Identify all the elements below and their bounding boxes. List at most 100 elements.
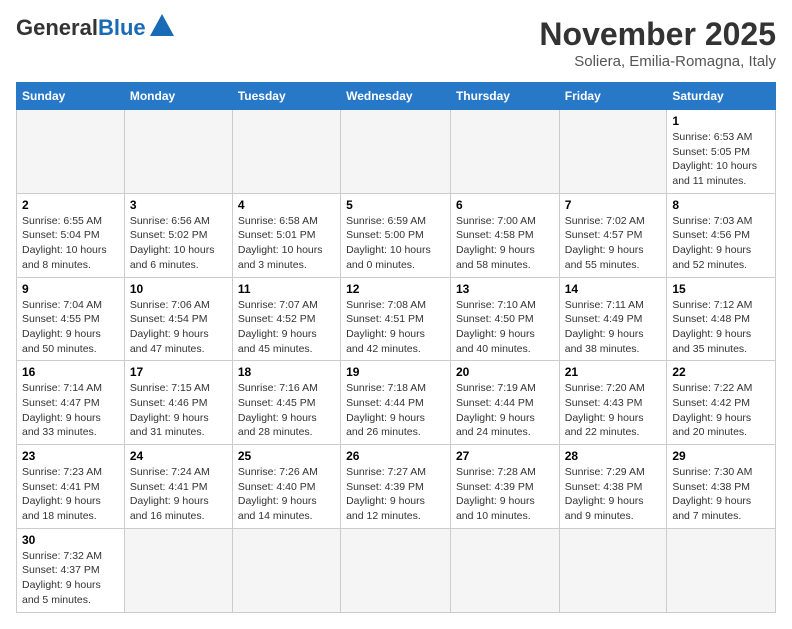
day-number: 24: [130, 449, 227, 463]
calendar-cell: [232, 110, 340, 194]
calendar-cell: 29Sunrise: 7:30 AM Sunset: 4:38 PM Dayli…: [667, 445, 776, 529]
day-info: Sunrise: 7:08 AM Sunset: 4:51 PM Dayligh…: [346, 298, 445, 357]
week-row-4: 23 Sunrise: 7:23 AM Sunset: 4:41 PM Dayli…: [17, 445, 776, 529]
calendar-cell: 4 Sunrise: 6:58 AM Sunset: 5:01 PM Daylig…: [232, 193, 340, 277]
logo: GeneralBlue: [16, 16, 176, 40]
day-number: 16: [22, 365, 119, 379]
day-info: Sunrise: 7:30 AM Sunset: 4:38 PM Dayligh…: [672, 465, 770, 524]
day-header-saturday: Saturday: [667, 83, 776, 110]
day-info: Sunrise: 7:14 AM Sunset: 4:47 PM Dayligh…: [22, 381, 119, 440]
calendar-cell: 30 Sunrise: 7:32 AM Sunset: 4:37 PM Dayli…: [17, 528, 125, 612]
day-number: 20: [456, 365, 554, 379]
day-number: 23: [22, 449, 119, 463]
calendar-cell: 9 Sunrise: 7:04 AM Sunset: 4:55 PM Daylig…: [17, 277, 125, 361]
week-row-3: 16 Sunrise: 7:14 AM Sunset: 4:47 PM Dayli…: [17, 361, 776, 445]
day-info: Sunrise: 7:20 AM Sunset: 4:43 PM Dayligh…: [565, 381, 662, 440]
calendar-cell: [124, 110, 232, 194]
calendar-cell: [341, 110, 451, 194]
calendar-cell: 27 Sunrise: 7:28 AM Sunset: 4:39 PM Dayli…: [450, 445, 559, 529]
day-info: Sunrise: 7:28 AM Sunset: 4:39 PM Dayligh…: [456, 465, 554, 524]
day-number: 30: [22, 533, 119, 547]
day-info: Sunrise: 7:10 AM Sunset: 4:50 PM Dayligh…: [456, 298, 554, 357]
week-row-1: 2Sunrise: 6:55 AM Sunset: 5:04 PM Daylig…: [17, 193, 776, 277]
day-number: 5: [346, 198, 445, 212]
day-info: Sunrise: 7:15 AM Sunset: 4:46 PM Dayligh…: [130, 381, 227, 440]
day-info: Sunrise: 7:04 AM Sunset: 4:55 PM Dayligh…: [22, 298, 119, 357]
day-number: 13: [456, 282, 554, 296]
logo-text: GeneralBlue: [16, 17, 146, 39]
day-header-sunday: Sunday: [17, 83, 125, 110]
calendar-cell: 20Sunrise: 7:19 AM Sunset: 4:44 PM Dayli…: [450, 361, 559, 445]
calendar-title: November 2025: [539, 16, 776, 53]
day-number: 28: [565, 449, 662, 463]
calendar-cell: [17, 110, 125, 194]
day-info: Sunrise: 7:12 AM Sunset: 4:48 PM Dayligh…: [672, 298, 770, 357]
calendar-cell: 28 Sunrise: 7:29 AM Sunset: 4:38 PM Dayli…: [559, 445, 667, 529]
calendar-table: SundayMondayTuesdayWednesdayThursdayFrid…: [16, 82, 776, 613]
day-info: Sunrise: 7:29 AM Sunset: 4:38 PM Dayligh…: [565, 465, 662, 524]
week-row-0: 1 Sunrise: 6:53 AM Sunset: 5:05 PM Daylig…: [17, 110, 776, 194]
day-number: 9: [22, 282, 119, 296]
calendar-cell: 25 Sunrise: 7:26 AM Sunset: 4:40 PM Dayli…: [232, 445, 340, 529]
day-info: Sunrise: 7:23 AM Sunset: 4:41 PM Dayligh…: [22, 465, 119, 524]
calendar-cell: 18Sunrise: 7:16 AM Sunset: 4:45 PM Dayli…: [232, 361, 340, 445]
day-info: Sunrise: 6:59 AM Sunset: 5:00 PM Dayligh…: [346, 214, 445, 273]
calendar-cell: [559, 110, 667, 194]
calendar-cell: [341, 528, 451, 612]
logo-icon: [148, 12, 176, 40]
day-header-thursday: Thursday: [450, 83, 559, 110]
calendar-cell: 11 Sunrise: 7:07 AM Sunset: 4:52 PM Dayli…: [232, 277, 340, 361]
calendar-cell: 14Sunrise: 7:11 AM Sunset: 4:49 PM Dayli…: [559, 277, 667, 361]
day-number: 2: [22, 198, 119, 212]
day-number: 3: [130, 198, 227, 212]
day-info: Sunrise: 7:00 AM Sunset: 4:58 PM Dayligh…: [456, 214, 554, 273]
calendar-subtitle: Soliera, Emilia-Romagna, Italy: [539, 53, 776, 70]
day-info: Sunrise: 6:53 AM Sunset: 5:05 PM Dayligh…: [672, 130, 770, 189]
day-number: 17: [130, 365, 227, 379]
day-number: 10: [130, 282, 227, 296]
day-info: Sunrise: 7:27 AM Sunset: 4:39 PM Dayligh…: [346, 465, 445, 524]
day-info: Sunrise: 7:18 AM Sunset: 4:44 PM Dayligh…: [346, 381, 445, 440]
calendar-cell: 10Sunrise: 7:06 AM Sunset: 4:54 PM Dayli…: [124, 277, 232, 361]
calendar-cell: 17 Sunrise: 7:15 AM Sunset: 4:46 PM Dayli…: [124, 361, 232, 445]
day-number: 6: [456, 198, 554, 212]
day-number: 7: [565, 198, 662, 212]
calendar-cell: 13 Sunrise: 7:10 AM Sunset: 4:50 PM Dayli…: [450, 277, 559, 361]
day-number: 1: [672, 114, 770, 128]
day-number: 27: [456, 449, 554, 463]
day-number: 11: [238, 282, 335, 296]
day-number: 14: [565, 282, 662, 296]
day-number: 4: [238, 198, 335, 212]
day-info: Sunrise: 7:32 AM Sunset: 4:37 PM Dayligh…: [22, 549, 119, 608]
week-row-5: 30 Sunrise: 7:32 AM Sunset: 4:37 PM Dayli…: [17, 528, 776, 612]
calendar-cell: 21 Sunrise: 7:20 AM Sunset: 4:43 PM Dayli…: [559, 361, 667, 445]
calendar-cell: 8Sunrise: 7:03 AM Sunset: 4:56 PM Daylig…: [667, 193, 776, 277]
calendar-cell: 1 Sunrise: 6:53 AM Sunset: 5:05 PM Daylig…: [667, 110, 776, 194]
day-info: Sunrise: 7:07 AM Sunset: 4:52 PM Dayligh…: [238, 298, 335, 357]
day-info: Sunrise: 6:58 AM Sunset: 5:01 PM Dayligh…: [238, 214, 335, 273]
calendar-cell: 7Sunrise: 7:02 AM Sunset: 4:57 PM Daylig…: [559, 193, 667, 277]
day-number: 22: [672, 365, 770, 379]
calendar-cell: 19Sunrise: 7:18 AM Sunset: 4:44 PM Dayli…: [341, 361, 451, 445]
day-header-monday: Monday: [124, 83, 232, 110]
day-header-tuesday: Tuesday: [232, 83, 340, 110]
calendar-cell: 15 Sunrise: 7:12 AM Sunset: 4:48 PM Dayli…: [667, 277, 776, 361]
page-header: GeneralBlue November 2025 Soliera, Emili…: [16, 16, 776, 70]
day-header-wednesday: Wednesday: [341, 83, 451, 110]
calendar-cell: 3Sunrise: 6:56 AM Sunset: 5:02 PM Daylig…: [124, 193, 232, 277]
calendar-cell: 6 Sunrise: 7:00 AM Sunset: 4:58 PM Daylig…: [450, 193, 559, 277]
day-number: 25: [238, 449, 335, 463]
calendar-cell: [450, 528, 559, 612]
day-info: Sunrise: 7:26 AM Sunset: 4:40 PM Dayligh…: [238, 465, 335, 524]
calendar-cell: 23 Sunrise: 7:23 AM Sunset: 4:41 PM Dayli…: [17, 445, 125, 529]
calendar-cell: [124, 528, 232, 612]
calendar-cell: [450, 110, 559, 194]
calendar-cell: [232, 528, 340, 612]
day-number: 15: [672, 282, 770, 296]
calendar-cell: 16 Sunrise: 7:14 AM Sunset: 4:47 PM Dayli…: [17, 361, 125, 445]
day-header-row: SundayMondayTuesdayWednesdayThursdayFrid…: [17, 83, 776, 110]
day-header-friday: Friday: [559, 83, 667, 110]
week-row-2: 9 Sunrise: 7:04 AM Sunset: 4:55 PM Daylig…: [17, 277, 776, 361]
calendar-cell: 12Sunrise: 7:08 AM Sunset: 4:51 PM Dayli…: [341, 277, 451, 361]
day-number: 21: [565, 365, 662, 379]
